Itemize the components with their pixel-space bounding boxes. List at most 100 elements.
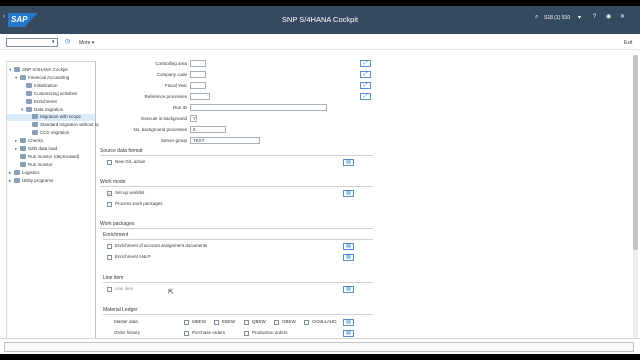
multiple-selection-button[interactable]: ⤢ xyxy=(360,71,371,78)
scrollbar-thumb[interactable] xyxy=(633,55,638,250)
details-button[interactable]: ▤ xyxy=(343,319,354,326)
mbew-checkbox[interactable] xyxy=(184,320,189,325)
multiple-selection-button[interactable]: ⤢ xyxy=(360,82,371,89)
reference-processes-field[interactable] xyxy=(190,93,210,100)
exit-button[interactable]: Exit xyxy=(624,40,632,46)
master-data-label: Master data xyxy=(114,319,138,324)
node-icon xyxy=(32,122,38,128)
ckmlhd-label: CKMLLAHD xyxy=(312,319,337,324)
node-icon xyxy=(20,153,26,159)
enrichment-anlp-checkbox[interactable] xyxy=(107,255,112,260)
purchase-orders-checkbox[interactable] xyxy=(184,331,189,336)
obew-checkbox[interactable] xyxy=(274,320,279,325)
no-background-processes-field[interactable]: 5 xyxy=(190,126,226,133)
tree-node[interactable]: Initialization xyxy=(21,82,58,90)
details-button[interactable]: ▤ xyxy=(343,243,354,250)
work-mode-title: Work mode xyxy=(100,179,126,185)
app-toolbar: ▾ ◷ More ▾ Exit xyxy=(0,34,640,50)
run-id-field[interactable] xyxy=(190,104,327,111)
source-data-format-title: Source data format xyxy=(100,148,143,154)
line-item-checkbox[interactable] xyxy=(107,287,112,292)
tree-node-label: SNP S/4HANA Cockpit xyxy=(22,67,68,72)
material-ledger-title: Material Ledger xyxy=(103,307,138,313)
status-message-area xyxy=(4,342,634,352)
tree-node[interactable]: CCS migration xyxy=(27,130,69,137)
details-button[interactable]: ▤ xyxy=(343,254,354,261)
process-work-packages-checkbox[interactable] xyxy=(107,202,112,207)
divider xyxy=(100,155,373,156)
tree-node[interactable]: Standard migration without sc xyxy=(27,122,99,129)
node-icon xyxy=(14,67,20,72)
divider xyxy=(103,282,373,283)
help-icon[interactable]: ? xyxy=(593,14,596,20)
line-item-label: Line item xyxy=(115,286,134,291)
tree-node-label: Migration with scope xyxy=(40,114,82,120)
tree-node[interactable]: ▾ Data migration xyxy=(21,106,63,114)
obew-label: OBEW xyxy=(282,319,296,324)
node-icon xyxy=(20,146,26,151)
tree-node[interactable]: Run monitor (deprecated) xyxy=(15,153,79,161)
details-button[interactable]: ▤ xyxy=(343,330,354,337)
tree-node[interactable]: ▾ SNP S/4HANA Cockpit xyxy=(9,67,68,74)
execute-background-field[interactable]: Y xyxy=(190,115,197,122)
details-button[interactable]: ▤ xyxy=(343,286,354,293)
tree-node[interactable]: ▸ NZD data load xyxy=(15,146,57,153)
multiple-selection-button[interactable]: ⤢ xyxy=(360,93,371,100)
company-code-field[interactable] xyxy=(190,71,206,78)
node-icon xyxy=(26,106,32,112)
ebew-label: EBEW xyxy=(222,319,236,324)
divider xyxy=(103,314,373,315)
tree-node[interactable]: ▸ Checks xyxy=(15,138,43,145)
vertical-scrollbar[interactable] xyxy=(633,55,638,345)
server-group-field[interactable]: TEST xyxy=(190,137,260,144)
tree-node-label: Customizing activities xyxy=(34,90,78,96)
no-background-processes-label: No. background processes xyxy=(133,127,187,132)
tree-node-label: Enrichment xyxy=(34,98,57,104)
shell-bar: ‹ SAP SNP S/4HANA Cockpit ⌕ S18 (1) 910 … xyxy=(0,6,640,34)
more-menu[interactable]: More ▾ xyxy=(79,40,94,46)
tree-node-label: NZD data load xyxy=(28,146,58,151)
tcode-input[interactable] xyxy=(6,38,58,47)
run-id-label: Run ID xyxy=(172,105,187,110)
node-icon xyxy=(14,169,20,175)
mbew-label: MBEW xyxy=(192,319,206,324)
chevron-down-icon[interactable]: ▾ xyxy=(578,14,581,21)
set-up-worklist-label: Set up worklist xyxy=(115,190,145,195)
production-orders-checkbox[interactable] xyxy=(244,331,249,336)
tree-node[interactable]: ▸ Logistics xyxy=(9,169,40,177)
node-icon xyxy=(20,74,26,80)
search-icon[interactable]: ⌕ xyxy=(535,14,538,21)
enrichment-anlp-label: Enrichment ANLP xyxy=(115,254,151,259)
ckmlhd-checkbox[interactable] xyxy=(304,320,309,325)
fiscal-year-field[interactable] xyxy=(190,82,206,89)
tree-node[interactable]: Migration with scope xyxy=(7,114,95,122)
tree-node-label: CCS migration xyxy=(40,130,70,136)
node-icon xyxy=(32,130,38,136)
tree-node[interactable]: Run monitor xyxy=(15,161,53,169)
qbew-checkbox[interactable] xyxy=(244,320,249,325)
details-button[interactable]: ▤ xyxy=(343,159,354,166)
tree-node-label: Standard migration without sc xyxy=(40,122,100,128)
enrichment-account-label: Enrichment of account assignment documen… xyxy=(115,243,208,248)
dropdown-icon[interactable]: ▾ xyxy=(52,39,55,45)
new-gl-checkbox[interactable] xyxy=(107,160,112,165)
tree-node[interactable]: Enrichment xyxy=(21,98,57,106)
tree-node[interactable]: Customizing activities xyxy=(21,90,78,98)
enrichment-title: Enrichment xyxy=(103,232,129,238)
close-icon[interactable]: ✕ xyxy=(620,13,625,20)
tree-node-label: Initialization xyxy=(34,82,58,88)
details-button[interactable]: ▤ xyxy=(343,190,354,197)
node-icon xyxy=(26,98,32,104)
enrichment-account-checkbox[interactable] xyxy=(107,244,112,249)
node-icon xyxy=(26,90,32,96)
controlling-area-field[interactable] xyxy=(190,60,206,67)
set-up-worklist-checkbox[interactable]: ✓ xyxy=(107,191,112,196)
mouse-cursor-icon: ⇱ xyxy=(168,289,174,296)
history-icon[interactable]: ◷ xyxy=(65,38,70,45)
ebew-checkbox[interactable] xyxy=(214,320,219,325)
user-icon[interactable]: ◉ xyxy=(606,13,611,20)
tree-node[interactable]: ▾ Financial Accounting xyxy=(15,74,69,82)
multiple-selection-button[interactable]: ⤢ xyxy=(360,60,371,67)
divider xyxy=(100,186,373,187)
tree-node[interactable]: ▸ Utility programs xyxy=(9,177,53,185)
